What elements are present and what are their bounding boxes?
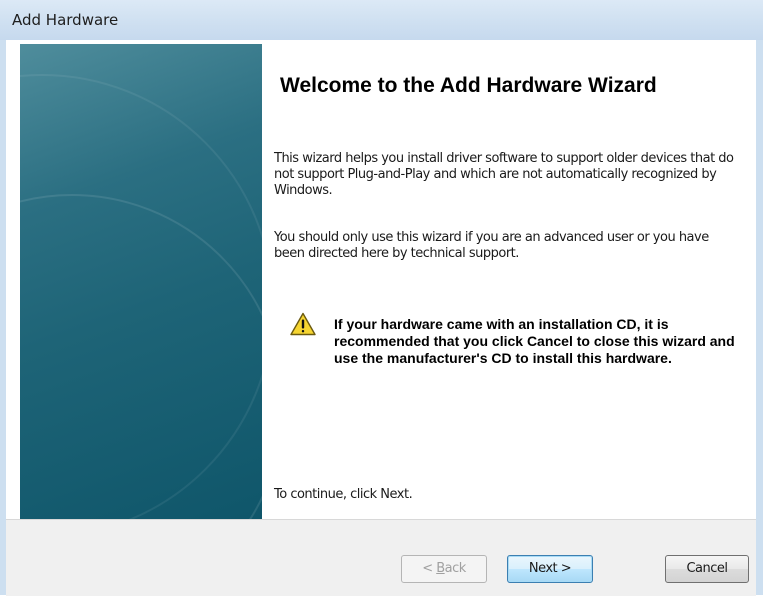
window-title: Add Hardware — [12, 11, 119, 29]
page-title: Welcome to the Add Hardware Wizard — [280, 74, 657, 97]
back-button-prefix: < — [422, 561, 437, 576]
wizard-side-banner — [20, 44, 262, 519]
back-button[interactable]: < Back — [401, 555, 487, 583]
intro-paragraph: This wizard helps you install driver sof… — [274, 151, 734, 198]
warning-triangle-icon — [290, 312, 316, 336]
title-bar[interactable]: Add Hardware — [0, 0, 763, 40]
continue-instruction: To continue, click Next. — [274, 487, 413, 502]
wizard-button-bar: < Back Next > Cancel — [6, 519, 756, 596]
wizard-content: Welcome to the Add Hardware Wizard This … — [262, 44, 756, 519]
cancel-button[interactable]: Cancel — [665, 555, 749, 583]
back-button-mnemonic: B — [436, 561, 445, 576]
add-hardware-window: Add Hardware Welcome to the Add Hardware… — [0, 0, 763, 596]
cd-warning-text: If your hardware came with an installati… — [334, 316, 735, 366]
advanced-user-paragraph: You should only use this wizard if you a… — [274, 230, 709, 261]
window-frame-right — [756, 40, 763, 595]
next-button[interactable]: Next > — [507, 555, 593, 583]
window-frame-left — [0, 40, 6, 595]
back-button-rest: ack — [444, 561, 467, 576]
